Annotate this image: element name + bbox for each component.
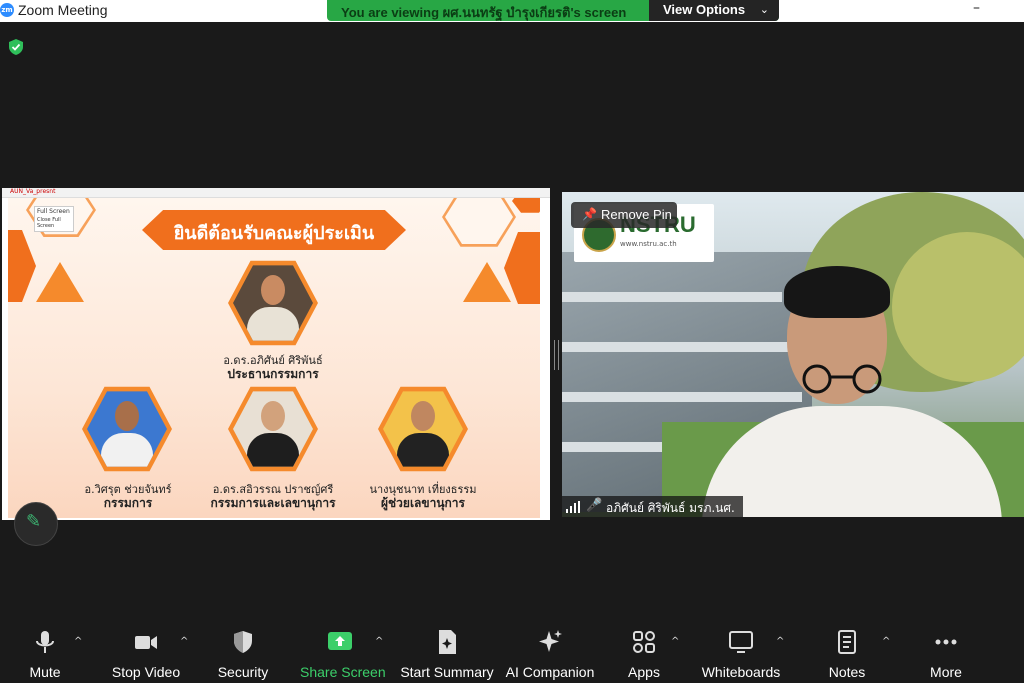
share-screen-label: Share Screen [300, 664, 386, 680]
mute-options-caret[interactable]: ^ [74, 636, 82, 647]
member-head [411, 401, 435, 431]
encryption-shield-icon[interactable] [7, 38, 25, 56]
chevron-down-icon: ⌄ [759, 3, 769, 16]
whiteboards-options-caret[interactable]: ^ [776, 636, 784, 647]
remove-pin-label: Remove Pin [601, 207, 672, 222]
member-head [261, 275, 285, 305]
presenter-hair [784, 266, 890, 318]
member-role: ผู้ช่วยเลขานุการ [381, 496, 465, 510]
apps-label: Apps [628, 664, 660, 680]
pin-icon: 📌 [582, 207, 597, 221]
decor-triangle [463, 262, 511, 302]
more-button[interactable]: More [916, 620, 976, 683]
presenter-glasses [802, 364, 882, 394]
decor-hex [512, 198, 540, 213]
fullscreen-popup[interactable]: Full Screen Close Full Screen [34, 206, 74, 232]
building-floor [562, 292, 782, 302]
signal-strength-icon [566, 501, 580, 513]
decor-hex [442, 198, 516, 247]
shield-icon [234, 631, 252, 653]
viewing-screen-banner: You are viewing ผศ.นนทรัฐ บำรุงเกียรติ's… [327, 0, 779, 21]
mute-label: Mute [29, 664, 61, 680]
video-camera-icon [135, 636, 157, 649]
whiteboard-icon [729, 631, 753, 653]
video-options-caret[interactable]: ^ [180, 636, 188, 647]
meeting-toolbar: Mute ^ Stop Video ^ Security Share Scree… [0, 620, 1024, 683]
sparkle-icon [539, 630, 562, 652]
member-head [261, 401, 285, 431]
view-options-button[interactable]: View Options ⌄ [649, 0, 779, 21]
more-label: More [930, 664, 962, 680]
share-screen-button[interactable]: Share Screen [300, 620, 386, 683]
member-role: กรรมการและเลขานุการ [210, 496, 336, 510]
fullscreen-option[interactable]: Full Screen [35, 207, 73, 216]
slide-title: ยินดีต้อนรับคณะผู้ประเมิน [173, 223, 375, 244]
notes-icon [838, 630, 856, 654]
participant-video[interactable]: NSTRU www.nstru.ac.th 📌 Remove Pin [562, 192, 1024, 517]
shared-screen[interactable]: AUN_Va_presnt Full Screen Close Full Scr… [2, 188, 550, 520]
viewing-screen-text: You are viewing ผศ.นนทรัฐ บำรุงเกียรติ's… [341, 5, 627, 20]
presentation-slide: Full Screen Close Full Screen ยินดีต้อนร… [8, 198, 540, 518]
apps-options-caret[interactable]: ^ [671, 636, 679, 647]
more-dots-icon [935, 639, 957, 645]
document-sparkle-icon [439, 630, 456, 654]
whiteboards-button[interactable]: Whiteboards [698, 620, 784, 683]
close-fullscreen-option[interactable]: Close Full Screen [35, 216, 73, 230]
share-options-caret[interactable]: ^ [375, 636, 383, 647]
start-summary-label: Start Summary [400, 664, 494, 680]
member-head [115, 401, 139, 431]
decor-hex [8, 230, 36, 302]
stop-video-label: Stop Video [111, 664, 181, 680]
apps-icon [633, 631, 655, 653]
pencil-icon: ✎ [26, 511, 42, 532]
notes-button[interactable]: Notes [818, 620, 876, 683]
view-options-label: View Options [663, 2, 746, 17]
window-title: Zoom Meeting [18, 2, 108, 18]
member-role: ประธานกรรมการ [227, 367, 319, 381]
zoom-logo-icon: zm [0, 3, 14, 17]
apps-button[interactable]: Apps [618, 620, 670, 683]
split-view-divider[interactable] [554, 340, 559, 370]
security-label: Security [217, 664, 269, 680]
building-floor [562, 342, 792, 352]
whiteboards-label: Whiteboards [701, 664, 781, 680]
participant-name-tag: 🎤 อภิศันย์ ศิริพันธ์ มรภ.นศ. [562, 496, 743, 517]
ai-companion-button[interactable]: AI Companion [504, 620, 596, 683]
notes-label: Notes [828, 664, 866, 680]
participant-name: อภิศันย์ ศิริพันธ์ มรภ.นศ. [606, 501, 735, 515]
presentation-tab-label: AUN_Va_presnt [10, 188, 56, 195]
start-summary-button[interactable]: Start Summary [400, 620, 494, 683]
decor-triangle [36, 262, 84, 302]
presentation-tab: AUN_Va_presnt [2, 188, 550, 198]
notes-options-caret[interactable]: ^ [882, 636, 890, 647]
building-floor [562, 392, 802, 402]
security-button[interactable]: Security [208, 620, 278, 683]
stop-video-button[interactable]: Stop Video [108, 620, 184, 683]
microphone-muted-icon: 🎤 [586, 498, 603, 513]
minimize-button[interactable]: – [973, 0, 980, 16]
slide-title-banner: ยินดีต้อนรับคณะผู้ประเมิน [142, 210, 406, 250]
microphone-icon [36, 631, 54, 653]
mute-button[interactable]: Mute [10, 620, 80, 683]
annotate-button[interactable]: ✎ [14, 502, 58, 546]
logo-url: www.nstru.ac.th [620, 240, 677, 248]
ai-companion-label: AI Companion [505, 664, 595, 680]
remove-pin-button[interactable]: 📌 Remove Pin [571, 202, 677, 228]
share-screen-icon [328, 632, 352, 650]
